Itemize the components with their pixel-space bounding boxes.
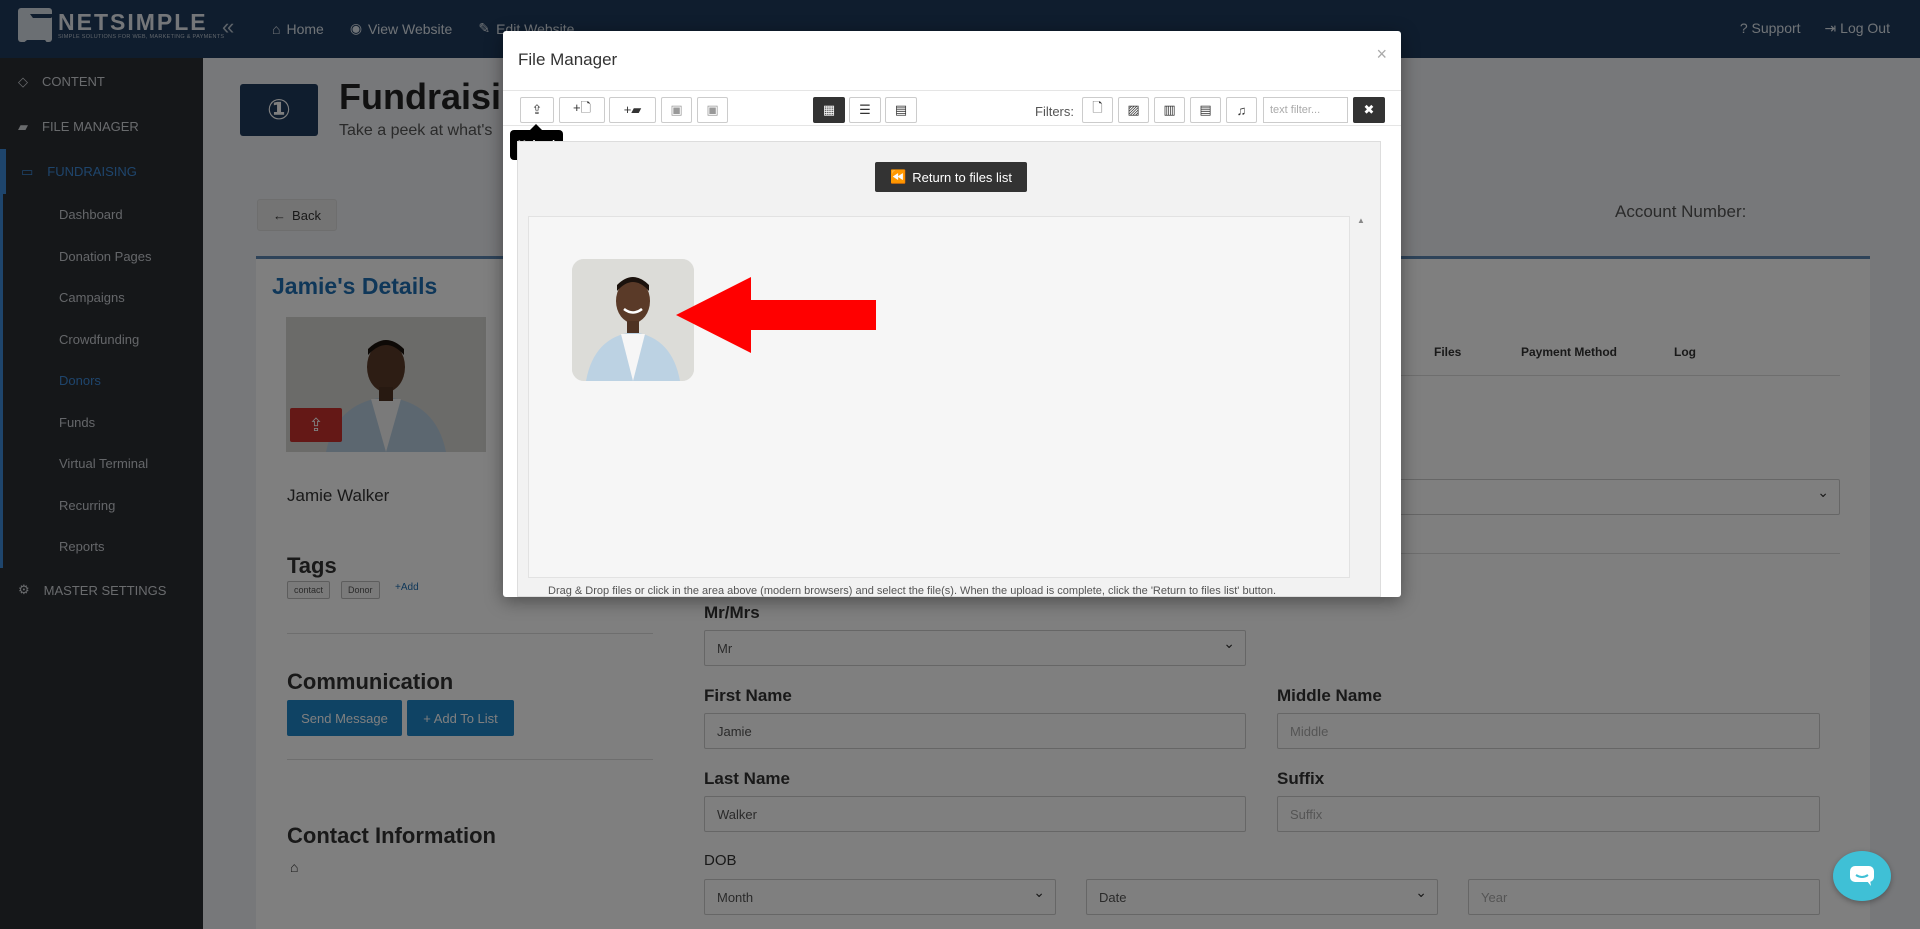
filter-files-button[interactable]: 🗋: [1082, 97, 1113, 123]
music-icon: ♫: [1236, 102, 1247, 118]
chat-bubble-icon: [1850, 866, 1874, 886]
fast-backward-icon: ⏪: [890, 169, 907, 184]
upload-button[interactable]: ⇪: [520, 97, 554, 123]
filters-label: Filters:: [1035, 104, 1074, 119]
file-manager-modal: File Manager × ⇪ +🗋 +▰ ▣ ▣ ▦ ☰ ▤ Filters…: [503, 31, 1401, 597]
drop-instructions: Drag & Drop files or click in the area a…: [548, 585, 1277, 597]
grid-icon: ▦: [822, 102, 836, 117]
image-icon: ▨: [1127, 102, 1140, 117]
inbox-icon: ▥: [1163, 102, 1176, 117]
drop-zone[interactable]: [528, 216, 1350, 578]
new-folder-button[interactable]: +▰: [609, 97, 656, 123]
text-filter-input[interactable]: text filter...: [1263, 97, 1348, 123]
list-view-button[interactable]: ☰: [849, 97, 881, 123]
list-icon: ☰: [859, 102, 871, 117]
new-file-icon: +🗋: [572, 100, 592, 115]
filter-audio-button[interactable]: ♫: [1226, 97, 1257, 123]
upload-icon: ⇪: [531, 102, 543, 117]
filter-archives-button[interactable]: ▥: [1154, 97, 1185, 123]
paste-button[interactable]: ▣: [661, 97, 692, 123]
clipboard-check-icon: ▣: [670, 102, 683, 117]
red-arrow-annotation: [676, 277, 876, 353]
clipboard-x-icon: ▣: [706, 102, 719, 117]
modal-title: File Manager: [518, 50, 618, 69]
return-to-files-button[interactable]: ⏪ Return to files list: [875, 162, 1027, 192]
chat-widget-button[interactable]: [1833, 851, 1891, 901]
file-icon: 🗋: [1092, 100, 1103, 115]
filter-video-button[interactable]: ▤: [1190, 97, 1221, 123]
grid-view-button[interactable]: ▦: [813, 97, 845, 123]
new-folder-icon: +▰: [623, 102, 642, 117]
return-label: Return to files list: [912, 169, 1012, 185]
file-manager-toolbar: ⇪ +🗋 +▰ ▣ ▣ ▦ ☰ ▤ Filters: 🗋 ▨ ▥ ▤ ♫ tex…: [503, 90, 1401, 126]
close-icon[interactable]: ×: [1376, 44, 1387, 65]
upload-area: ⏪ Return to files list ▲ Drag & Drop file…: [517, 141, 1381, 597]
columns-view-button[interactable]: ▤: [885, 97, 917, 123]
clear-clipboard-button[interactable]: ▣: [697, 97, 728, 123]
columns-icon: ▤: [894, 102, 908, 117]
film-icon: ▤: [1199, 102, 1212, 117]
new-file-button[interactable]: +🗋: [559, 97, 605, 123]
close-icon: ✖: [1363, 102, 1375, 117]
scrollbar[interactable]: ▲: [1354, 216, 1368, 596]
clear-filter-button[interactable]: ✖: [1353, 97, 1385, 123]
filter-images-button[interactable]: ▨: [1118, 97, 1149, 123]
